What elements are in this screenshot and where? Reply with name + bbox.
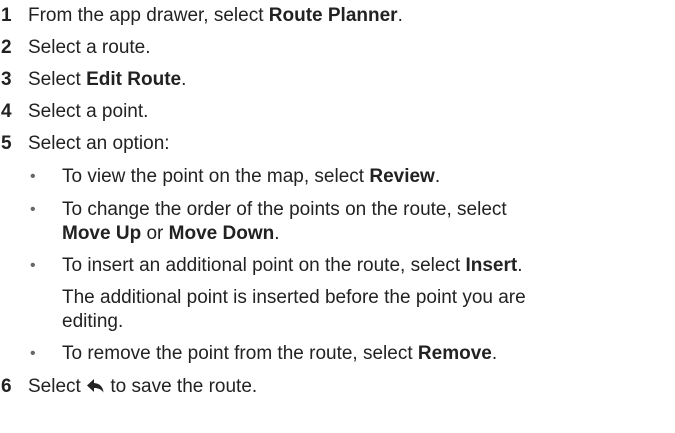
back-arrow-icon: [86, 377, 105, 393]
option-text: To remove the point from the route, sele…: [62, 342, 662, 366]
option-text-part: To insert an additional point on the rou…: [62, 255, 466, 276]
step-text-part: .: [181, 69, 187, 90]
option-text-part: .: [274, 223, 280, 244]
step-text-part: Select: [28, 69, 87, 90]
option-text-part: .: [491, 343, 498, 364]
insert-note: The additional point is inserted before …: [62, 286, 662, 334]
menu-reference: Move Down: [168, 223, 275, 244]
step-text-part: to save the route.: [105, 376, 258, 397]
option-text-part: .: [434, 166, 441, 187]
menu-reference: Route Planner: [268, 5, 398, 26]
step-number: 4: [1, 101, 12, 122]
option-text: To view the point on the map, select Rev…: [62, 165, 662, 189]
step-number: 1: [1, 5, 12, 26]
menu-reference: Edit Route: [86, 69, 182, 90]
option-text-part: To remove the point from the route, sele…: [62, 343, 418, 364]
option-text: To insert an additional point on the rou…: [62, 254, 662, 278]
step-text-part: Select: [28, 376, 87, 397]
option-text-part: To view the point on the map, select: [62, 166, 370, 187]
note-line: The additional point is inserted before …: [62, 287, 526, 308]
option-text-part: or: [141, 223, 169, 244]
step-text: Select a route.: [28, 37, 151, 58]
step-number: 6: [1, 376, 12, 397]
option-text-line: Move Up or Move Down.: [62, 222, 662, 246]
menu-reference: Review: [369, 166, 435, 187]
step-text: Select an option:: [28, 133, 170, 154]
step-text: Select Edit Route.: [28, 68, 186, 92]
menu-reference: Move Up: [62, 223, 142, 244]
option-text-part: To change the order of the points on the…: [62, 199, 507, 220]
bullet-marker: •: [30, 345, 36, 362]
instruction-document: 1 From the app drawer, select Route Plan…: [0, 0, 675, 433]
step-number: 3: [1, 69, 12, 90]
menu-reference: Insert: [465, 255, 518, 276]
bullet-marker: •: [30, 168, 36, 185]
option-text-part: .: [517, 255, 523, 276]
step-number: 5: [1, 133, 12, 154]
bullet-marker: •: [30, 201, 36, 218]
step-text: Select a point.: [28, 101, 149, 122]
menu-reference: Remove: [417, 343, 492, 364]
option-text: To change the order of the points on the…: [62, 198, 662, 246]
step-number: 2: [1, 37, 12, 58]
step-text-part: From the app drawer, select: [28, 5, 269, 26]
bullet-marker: •: [30, 257, 36, 274]
note-line: editing.: [62, 311, 124, 332]
step-text: From the app drawer, select Route Planne…: [28, 4, 403, 28]
step-text-part: .: [397, 5, 403, 26]
step-text: Select to save the route.: [28, 375, 257, 399]
